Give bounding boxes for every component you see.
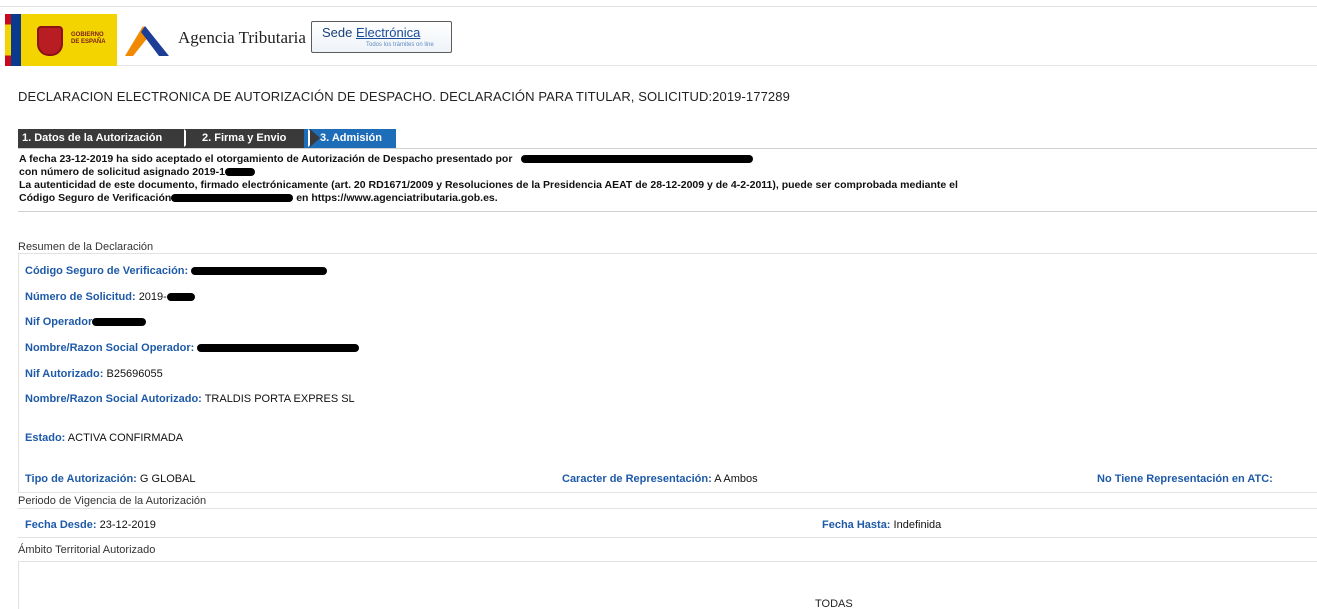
vigencia-title: Periodo de Vigencia de la Autorización (18, 495, 207, 507)
notice-line-1: A fecha 23-12-2019 ha sido aceptado el o… (19, 153, 754, 165)
field-nif-operador: Nif Operador (25, 316, 147, 328)
field-label: Tipo de Autorización: (25, 473, 137, 485)
field-label: Código Seguro de Verificación: (25, 265, 189, 277)
resumen-title: Resumen de la Declaración (18, 241, 154, 253)
field-nif-autorizado: Nif Autorizado: B25696055 (25, 368, 163, 380)
ambito-panel (18, 561, 1317, 609)
eu-flag-icon (11, 14, 21, 66)
field-nombre-operador: Nombre/Razon Social Operador: (25, 342, 360, 354)
ambito-title: Ámbito Territorial Autorizado (18, 544, 156, 556)
page-title: DECLARACION ELECTRONICA DE AUTORIZACIÓN … (18, 89, 790, 104)
notice-text: Código Seguro de Verificación (19, 192, 172, 204)
notice-text: con número de solicitud asignado 2019-1 (19, 166, 225, 178)
redacted-block (521, 155, 754, 164)
field-no-tiene-representacion: No Tiene Representación en ATC: (1097, 473, 1273, 485)
redacted-block (92, 318, 147, 327)
notice-line-3: La autenticidad de este documento, firma… (19, 179, 958, 191)
step-datos-autorizacion[interactable]: 1. Datos de la Autorización (18, 129, 188, 148)
field-label: Nif Operador (25, 316, 93, 328)
field-numero-solicitud: Número de Solicitud: 2019- (25, 291, 195, 303)
field-label: Caracter de Representación: (562, 473, 712, 485)
gobierno-espana-logo[interactable]: GOBIERNO DE ESPAÑA (5, 14, 117, 66)
redacted-block (191, 267, 328, 276)
sede-title: Sede Electrónica (322, 25, 420, 40)
step-arrow-icon (186, 129, 196, 147)
notice-line-2: con número de solicitud asignado 2019-1 (19, 166, 255, 178)
sede-title-part1: Sede (322, 25, 353, 40)
field-value: G GLOBAL (139, 473, 196, 485)
sede-title-part2: Electrónica (356, 25, 421, 40)
sede-electronica-link[interactable]: Sede Electrónica Todos los trámites on l… (311, 21, 452, 53)
field-value: 23-12-2019 (99, 519, 156, 531)
field-csv: Código Seguro de Verificación: (25, 265, 328, 277)
field-value: 2019- (138, 291, 167, 303)
notice-text: A fecha 23-12-2019 ha sido aceptado el o… (19, 153, 513, 165)
field-caracter-representacion: Caracter de Representación: A Ambos (562, 473, 758, 485)
redacted-block (171, 194, 294, 203)
gobierno-logo-text: GOBIERNO DE ESPAÑA (71, 32, 106, 45)
agencia-tributaria-logo-icon[interactable] (123, 22, 171, 58)
field-tipo-autorizacion: Tipo de Autorización: G GLOBAL (25, 473, 196, 485)
field-estado: Estado: ACTIVA CONFIRMADA (25, 432, 183, 444)
field-fecha-hasta: Fecha Hasta: Indefinida (822, 519, 941, 531)
field-value: ACTIVA CONFIRMADA (67, 432, 184, 444)
field-label: Fecha Hasta: (822, 519, 891, 531)
field-label: No Tiene Representación en ATC: (1097, 473, 1273, 485)
field-value: TRALDIS PORTA EXPRES SL (204, 393, 355, 405)
step-firma-envio[interactable]: 2. Firma y Envio (180, 129, 312, 148)
field-value: Indefinida (893, 519, 942, 531)
redacted-block (224, 168, 255, 177)
field-label: Número de Solicitud: (25, 291, 136, 303)
resumen-panel (18, 253, 1317, 493)
field-label: Estado: (25, 432, 66, 444)
field-value: A Ambos (714, 473, 758, 485)
top-divider (0, 6, 1317, 7)
field-fecha-desde: Fecha Desde: 23-12-2019 (25, 519, 156, 531)
sede-subtitle: Todos los trámites on line (366, 42, 434, 48)
admission-notice: A fecha 23-12-2019 ha sido aceptado el o… (18, 148, 1317, 212)
field-label: Nif Autorizado: (25, 368, 104, 380)
field-nombre-autorizado: Nombre/Razon Social Autorizado: TRALDIS … (25, 393, 355, 405)
notice-text: en https://www.agenciatributaria.gob.es. (296, 192, 498, 204)
field-label: Fecha Desde: (25, 519, 97, 531)
redacted-block (197, 344, 360, 353)
agency-name[interactable]: Agencia Tributaria (178, 28, 306, 48)
vigencia-panel (18, 508, 1317, 538)
coat-of-arms-icon (37, 26, 63, 56)
step-arrow-icon (310, 129, 320, 147)
site-header: GOBIERNO DE ESPAÑA Agencia Tributaria Se… (5, 12, 1317, 66)
redacted-block (166, 293, 195, 302)
field-value: B25696055 (106, 368, 163, 380)
field-label: Nombre/Razon Social Autorizado: (25, 393, 202, 405)
ambito-value: TODAS (815, 598, 853, 609)
notice-line-4: Código Seguro de Verificación en https:/… (19, 192, 498, 204)
field-label: Nombre/Razon Social Operador: (25, 342, 195, 354)
